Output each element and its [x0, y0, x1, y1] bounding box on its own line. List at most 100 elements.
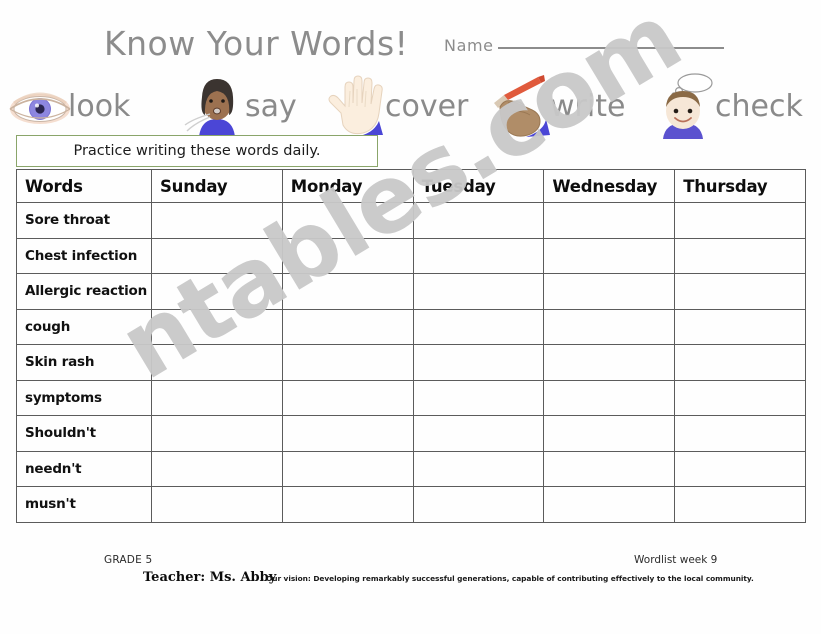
practice-cell[interactable] — [674, 344, 806, 381]
practice-cell[interactable] — [281, 273, 414, 310]
practice-cell[interactable] — [674, 450, 806, 487]
practice-cell[interactable] — [151, 486, 283, 523]
practice-cell[interactable] — [543, 273, 676, 310]
table-header-row: Words Sunday Monday Tuesday Wednesday Th… — [16, 169, 806, 203]
step-say: say — [184, 72, 297, 142]
practice-cell[interactable] — [281, 486, 414, 523]
worksheet-page: Know Your Words! Name look say cover wri… — [0, 0, 821, 634]
practice-cell[interactable] — [151, 450, 283, 487]
practice-cell[interactable] — [151, 237, 283, 274]
practice-cell[interactable] — [151, 273, 283, 310]
step-write: write — [490, 72, 625, 142]
teacher-label: Teacher: Ms. Abby — [143, 570, 277, 585]
practice-cell[interactable] — [412, 202, 545, 239]
practice-cell[interactable] — [412, 237, 545, 274]
practice-cell[interactable] — [412, 486, 545, 523]
step-look: look — [8, 72, 130, 142]
practice-cell[interactable] — [151, 202, 283, 239]
column-header-thursday: Thursday — [674, 169, 806, 203]
word-cell: musn't — [16, 486, 152, 523]
worksheet-footer: GRADE 5 Teacher: Ms. Abby Our vision: De… — [0, 548, 821, 608]
table-row: Shouldn't — [16, 415, 806, 452]
name-label: Name — [444, 36, 494, 55]
practice-cell[interactable] — [151, 379, 283, 416]
writing-hand-pencil-icon — [490, 73, 554, 141]
word-cell: Shouldn't — [16, 415, 152, 452]
practice-cell[interactable] — [674, 486, 806, 523]
name-input-line[interactable] — [497, 46, 724, 49]
practice-cell[interactable] — [674, 379, 806, 416]
step-check: check — [655, 72, 803, 142]
practice-cell[interactable] — [412, 450, 545, 487]
table-row: Sore throat — [16, 202, 806, 239]
column-header-sunday: Sunday — [151, 169, 283, 203]
word-cell: Chest infection — [16, 237, 152, 274]
word-cell: Allergic reaction — [16, 273, 152, 310]
word-cell: symptoms — [16, 379, 152, 416]
step-label-say: say — [245, 89, 297, 124]
practice-cell[interactable] — [674, 273, 806, 310]
eye-icon — [8, 73, 72, 141]
practice-cell[interactable] — [674, 237, 806, 274]
practice-cell[interactable] — [543, 237, 676, 274]
table-row: musn't — [16, 486, 806, 523]
practice-cell[interactable] — [543, 379, 676, 416]
table-row: symptoms — [16, 379, 806, 416]
practice-cell[interactable] — [412, 273, 545, 310]
table-row: needn't — [16, 450, 806, 487]
practice-cell[interactable] — [543, 344, 676, 381]
practice-cell[interactable] — [412, 379, 545, 416]
practice-cell[interactable] — [151, 415, 283, 452]
practice-cell[interactable] — [543, 415, 676, 452]
practice-cell[interactable] — [151, 308, 283, 345]
practice-cell[interactable] — [412, 415, 545, 452]
practice-cell[interactable] — [281, 415, 414, 452]
practice-cell[interactable] — [281, 379, 414, 416]
practice-cell[interactable] — [281, 450, 414, 487]
grade-label: GRADE 5 — [104, 554, 153, 566]
step-label-look: look — [68, 89, 131, 124]
word-cell: Sore throat — [16, 202, 152, 239]
practice-cell[interactable] — [543, 486, 676, 523]
step-label-cover: cover — [385, 89, 469, 124]
step-label-check: check — [715, 89, 803, 124]
table-row: cough — [16, 308, 806, 345]
table-row: Allergic reaction — [16, 273, 806, 310]
practice-cell[interactable] — [412, 308, 545, 345]
practice-cell[interactable] — [674, 202, 806, 239]
word-cell: needn't — [16, 450, 152, 487]
speaking-person-icon — [184, 73, 249, 141]
table-row: Chest infection — [16, 237, 806, 274]
instruction-box: Practice writing these words daily. — [16, 135, 378, 167]
step-label-write: write — [550, 89, 626, 124]
instruction-text: Practice writing these words daily. — [73, 143, 321, 159]
vision-statement: Our vision: Developing remarkably succes… — [266, 574, 754, 583]
column-header-tuesday: Tuesday — [412, 169, 545, 203]
step-cover: cover — [325, 72, 468, 142]
practice-cell[interactable] — [151, 344, 283, 381]
practice-cell[interactable] — [281, 202, 414, 239]
table-row: Skin rash — [16, 344, 806, 381]
practice-cell[interactable] — [412, 344, 545, 381]
page-title: Know Your Words! — [104, 24, 409, 63]
column-header-words: Words — [16, 169, 152, 203]
column-header-wednesday: Wednesday — [543, 169, 676, 203]
worksheet-header: Know Your Words! Name — [0, 0, 821, 72]
practice-cell[interactable] — [674, 308, 806, 345]
spelling-practice-table: Words Sunday Monday Tuesday Wednesday Th… — [16, 169, 806, 523]
practice-cell[interactable] — [281, 308, 414, 345]
practice-cell[interactable] — [543, 202, 676, 239]
practice-cell[interactable] — [543, 308, 676, 345]
name-field-group: Name — [444, 36, 724, 55]
practice-cell[interactable] — [543, 450, 676, 487]
practice-cell[interactable] — [281, 237, 414, 274]
word-cell: cough — [16, 308, 152, 345]
practice-cell[interactable] — [281, 344, 414, 381]
practice-cell[interactable] — [674, 415, 806, 452]
look-say-cover-write-check-strip: look say cover write check — [0, 72, 821, 142]
thinking-boy-icon — [655, 73, 719, 141]
wordlist-week-label: Wordlist week 9 — [634, 554, 718, 566]
column-header-monday: Monday — [281, 169, 414, 203]
word-cell: Skin rash — [16, 344, 152, 381]
open-hand-icon — [325, 73, 389, 141]
